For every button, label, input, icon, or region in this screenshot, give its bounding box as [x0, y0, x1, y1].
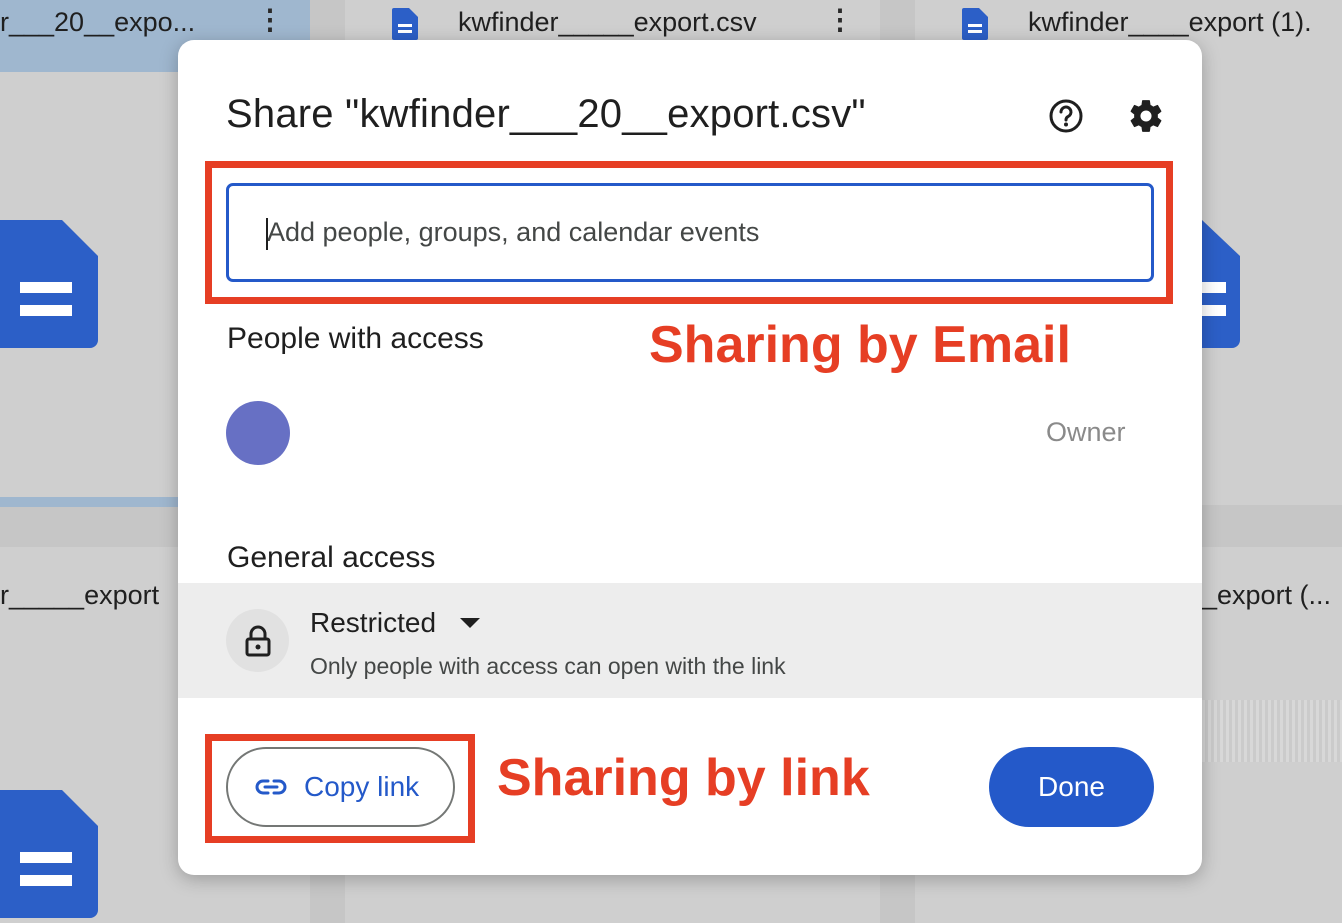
copy-link-button[interactable]: Copy link	[226, 747, 455, 827]
selected-card-highlight	[0, 497, 180, 507]
more-options-icon[interactable]: ⋮	[826, 6, 854, 34]
avatar	[226, 401, 290, 465]
link-annotation-label: Sharing by link	[497, 749, 870, 807]
file-title: kwfinder____export (1).	[1028, 7, 1312, 37]
file-title: kwfinder_____export.csv	[458, 7, 757, 37]
settings-button[interactable]	[1124, 94, 1168, 138]
help-button[interactable]	[1044, 94, 1088, 138]
access-level-dropdown[interactable]: Restricted	[310, 605, 481, 641]
file-title: _export (...	[1202, 580, 1332, 610]
doc-file-icon	[962, 8, 988, 40]
add-people-input[interactable]	[226, 183, 1154, 282]
doc-thumbnail-icon	[1202, 220, 1240, 348]
general-access-heading: General access	[227, 541, 436, 574]
doc-thumbnail-icon	[0, 220, 98, 348]
general-access-row: Restricted Only people with access can o…	[178, 583, 1202, 698]
lock-badge	[226, 609, 289, 672]
help-circle-icon	[1049, 99, 1083, 133]
text-cursor	[266, 218, 268, 250]
doc-file-icon	[392, 8, 418, 40]
lock-icon	[245, 625, 270, 656]
copy-link-label: Copy link	[304, 771, 420, 802]
link-icon	[255, 779, 287, 795]
file-title: r_____export	[0, 580, 160, 610]
done-button[interactable]: Done	[989, 747, 1154, 827]
access-level-label: Restricted	[310, 607, 437, 638]
share-dialog: Share "kwfinder___20__export.csv" People…	[178, 40, 1202, 875]
file-title: r___20__expo...	[0, 7, 196, 37]
more-options-icon[interactable]: ⋮	[256, 6, 284, 34]
access-description: Only people with access can open with th…	[310, 653, 786, 679]
blurred-thumbnail	[1202, 700, 1342, 762]
doc-thumbnail-icon	[0, 790, 98, 918]
owner-role-label: Owner	[1046, 417, 1126, 447]
gear-icon	[1130, 100, 1162, 132]
people-with-access-heading: People with access	[227, 322, 484, 355]
dialog-title: Share "kwfinder___20__export.csv"	[226, 92, 866, 136]
email-annotation-label: Sharing by Email	[649, 316, 1071, 374]
chevron-down-icon	[460, 618, 481, 628]
